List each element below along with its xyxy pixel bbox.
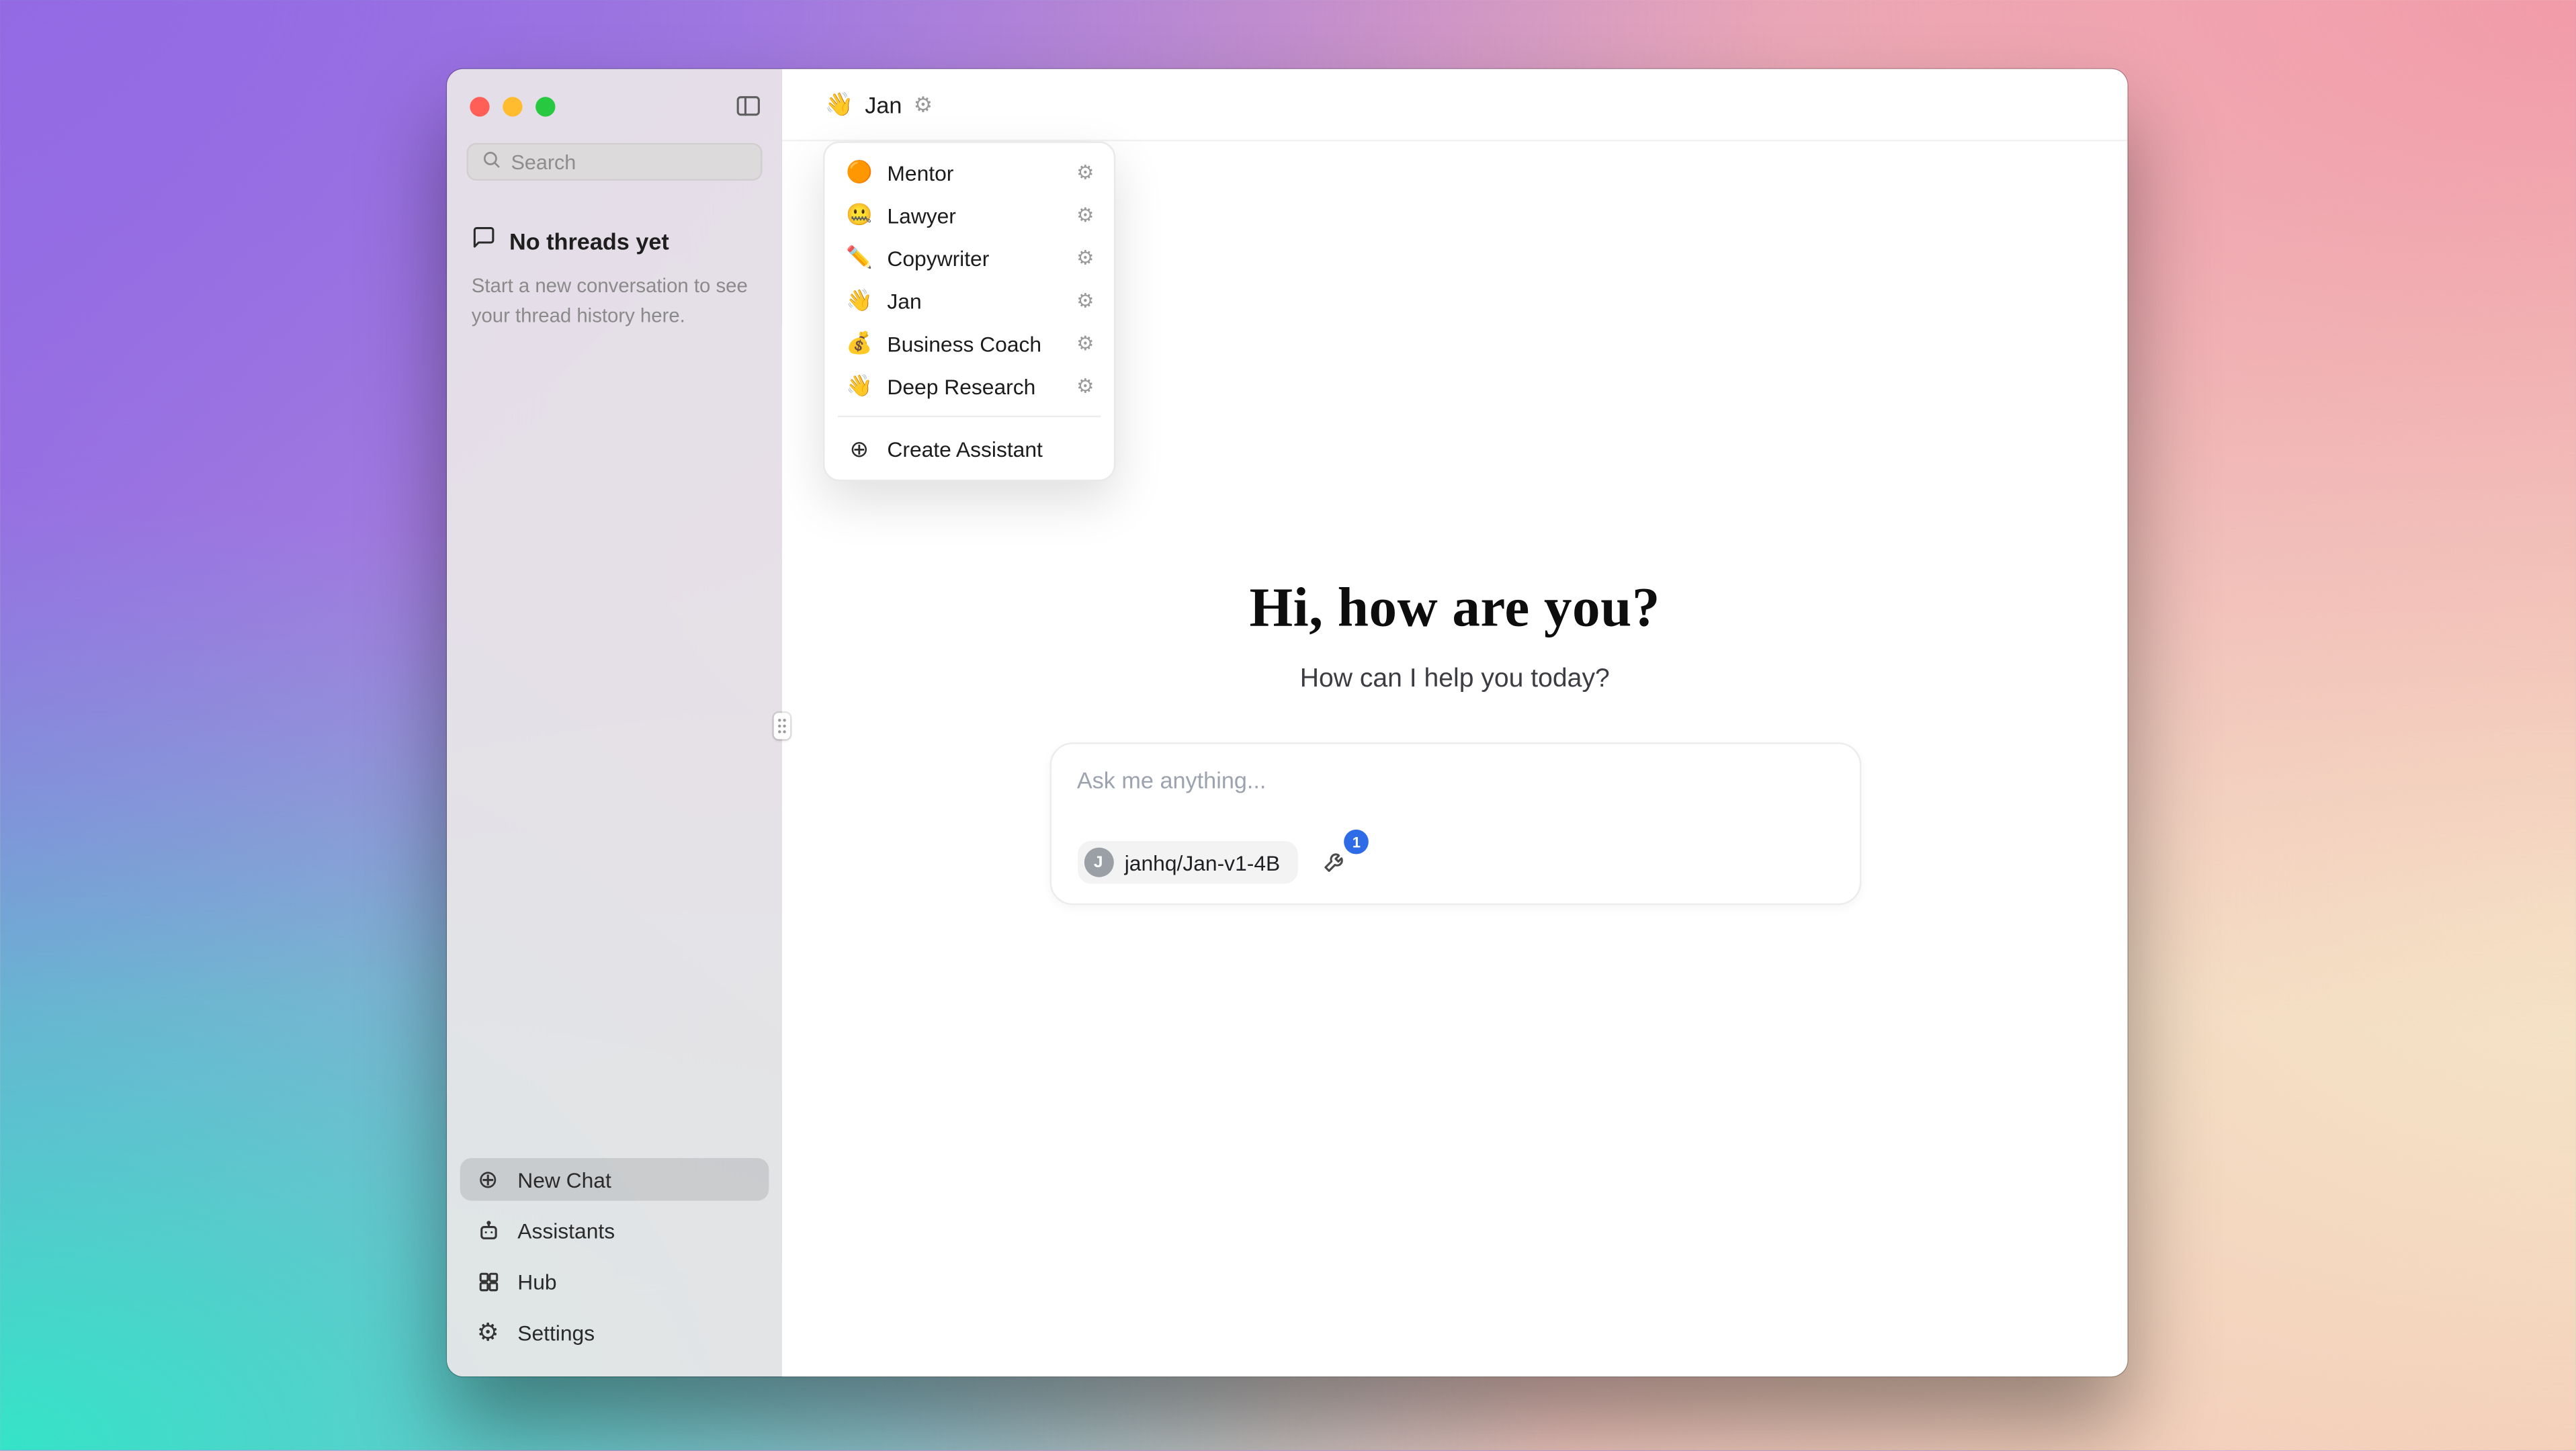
assistant-selector[interactable]: 👋 Jan ⚙	[824, 90, 933, 118]
assistant-name: Jan	[865, 91, 902, 118]
chat-bubble-icon	[472, 225, 497, 258]
nav-label: New Chat	[517, 1167, 611, 1192]
assistants-robot-icon	[475, 1218, 501, 1243]
zoom-button[interactable]	[535, 97, 555, 116]
pencil-emoji-icon: ✏️	[845, 245, 874, 271]
gear-icon[interactable]: ⚙	[1076, 204, 1094, 226]
app-window: Search No threads yet Start a new conver…	[447, 69, 2127, 1376]
menu-item-label: Mentor	[887, 160, 953, 185]
composer-toolbar: J janhq/Jan-v1-4B 1	[1077, 841, 1833, 884]
gear-icon[interactable]: ⚙	[1076, 161, 1094, 184]
menu-item-label: Lawyer	[887, 203, 956, 228]
settings-gear-icon: ⚙	[475, 1320, 501, 1345]
wave-emoji-icon: 👋	[845, 288, 874, 314]
empty-state-description: Start a new conversation to see your thr…	[472, 271, 759, 330]
menu-item-label: Business Coach	[887, 331, 1041, 356]
wave-emoji-icon: 👋	[824, 90, 853, 118]
orange-circle-emoji-icon: 🟠	[845, 159, 874, 185]
sidebar-toggle-icon[interactable]	[733, 92, 763, 122]
plus-circle-icon: ⊕	[475, 1167, 501, 1192]
search-input[interactable]: Search	[466, 143, 762, 181]
assistant-menu-item-lawyer[interactable]: 🤐 Lawyer ⚙	[834, 194, 1104, 237]
window-controls	[470, 97, 555, 116]
tools-wrench-icon[interactable]: 1	[1321, 848, 1350, 877]
greeting-subtitle: How can I help you today?	[1300, 665, 1610, 695]
gear-icon[interactable]: ⚙	[1076, 375, 1094, 398]
sidebar: Search No threads yet Start a new conver…	[447, 69, 782, 1376]
model-selector[interactable]: J janhq/Jan-v1-4B	[1077, 841, 1298, 884]
search-placeholder: Search	[511, 150, 576, 173]
greeting-title: Hi, how are you?	[1249, 578, 1660, 641]
sidebar-resize-handle[interactable]	[774, 713, 790, 739]
plus-circle-icon: ⊕	[845, 435, 874, 463]
nav-label: Hub	[517, 1269, 556, 1294]
search-icon	[481, 147, 501, 177]
assistant-menu-item-business-coach[interactable]: 💰 Business Coach ⚙	[834, 322, 1104, 365]
wave-emoji-icon: 👋	[845, 373, 874, 399]
composer-card: Ask me anything... J janhq/Jan-v1-4B 1	[1049, 742, 1860, 905]
assistant-dropdown-menu: 🟠 Mentor ⚙ 🤐 Lawyer ⚙ ✏️ Copywriter ⚙ 👋 …	[823, 141, 1115, 481]
assistant-menu-item-mentor[interactable]: 🟠 Mentor ⚙	[834, 151, 1104, 194]
desktop-wallpaper: Search No threads yet Start a new conver…	[0, 0, 2576, 1451]
close-button[interactable]	[470, 97, 489, 116]
assistant-menu-item-deep-research[interactable]: 👋 Deep Research ⚙	[834, 365, 1104, 408]
sidebar-top-bar	[447, 69, 782, 138]
menu-item-label: Copywriter	[887, 246, 989, 271]
menu-item-label: Deep Research	[887, 373, 1035, 398]
gear-icon[interactable]: ⚙	[1076, 332, 1094, 355]
money-bag-emoji-icon: 💰	[845, 330, 874, 356]
model-avatar: J	[1084, 848, 1113, 877]
gear-icon[interactable]: ⚙	[1076, 247, 1094, 269]
menu-item-label: Jan	[887, 288, 921, 313]
create-assistant-button[interactable]: ⊕ Create Assistant	[834, 425, 1104, 471]
sidebar-item-new-chat[interactable]: ⊕ New Chat	[460, 1158, 769, 1201]
assistant-menu-item-copywriter[interactable]: ✏️ Copywriter ⚙	[834, 236, 1104, 279]
chat-main-area: 👋 Jan ⚙ 🟠 Mentor ⚙ 🤐 Lawyer ⚙ ✏️	[782, 69, 2128, 1376]
assistant-settings-gear-icon[interactable]: ⚙	[914, 93, 933, 115]
model-name: janhq/Jan-v1-4B	[1125, 850, 1280, 875]
sidebar-nav: ⊕ New Chat Assistants	[447, 1145, 782, 1376]
menu-divider	[838, 416, 1101, 417]
gear-icon[interactable]: ⚙	[1076, 289, 1094, 312]
threads-empty-state: No threads yet Start a new conversation …	[447, 181, 782, 331]
create-assistant-label: Create Assistant	[887, 436, 1042, 461]
sidebar-item-settings[interactable]: ⚙ Settings	[460, 1311, 769, 1354]
minimize-button[interactable]	[503, 97, 522, 116]
nav-label: Assistants	[517, 1218, 615, 1243]
sidebar-item-hub[interactable]: Hub	[460, 1260, 769, 1303]
zipper-face-emoji-icon: 🤐	[845, 202, 874, 228]
tools-count-badge: 1	[1344, 830, 1369, 854]
chat-header: 👋 Jan ⚙	[782, 69, 2128, 142]
hub-grid-icon	[475, 1269, 501, 1294]
chat-input[interactable]: Ask me anything...	[1077, 767, 1833, 793]
empty-state-title: No threads yet	[509, 228, 669, 255]
sidebar-item-assistants[interactable]: Assistants	[460, 1209, 769, 1252]
assistant-menu-item-jan[interactable]: 👋 Jan ⚙	[834, 279, 1104, 322]
nav-label: Settings	[517, 1320, 595, 1345]
